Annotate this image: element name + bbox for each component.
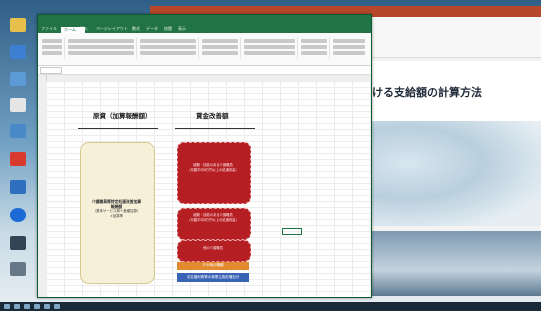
desktop-icon[interactable]	[3, 72, 33, 96]
styles-group[interactable]	[242, 37, 298, 59]
taskbar-app-icon[interactable]	[54, 304, 60, 309]
header-left[interactable]: 原資（加算報酬額）	[93, 110, 152, 120]
alignment-group[interactable]	[138, 37, 199, 59]
app-icon	[10, 72, 26, 86]
taskbar-app-icon[interactable]	[44, 304, 50, 309]
tab-formulas[interactable]: 数式	[132, 26, 140, 32]
wage-box-1-line: （月額平均8万円以上の処遇改善）	[187, 168, 239, 172]
selected-cell[interactable]	[282, 228, 302, 235]
wage-box-3-text: 他の介護職員	[203, 246, 223, 250]
taskbar[interactable]	[0, 302, 541, 311]
desktop-icon[interactable]	[3, 180, 33, 204]
tab-data[interactable]: データ	[146, 26, 158, 32]
desktop-icon[interactable]	[3, 124, 33, 148]
taskbar-app-icon[interactable]	[24, 304, 30, 309]
name-box[interactable]	[40, 67, 62, 74]
ribbon-tabs: ファイル ホーム 挿入 ページレイアウト 数式 データ 校閲 表示	[38, 25, 371, 35]
slide-background-image	[350, 121, 541, 226]
editing-group[interactable]	[331, 37, 367, 59]
funding-line: （基本サービス費＋各種加算）	[92, 209, 141, 213]
font-group[interactable]	[66, 37, 137, 59]
tab-file[interactable]: ファイル	[41, 26, 57, 32]
wage-box-2-text: 経験・技能のある介護職員 （月額平均8万円以上の処遇改善）	[177, 213, 249, 223]
desktop-icon[interactable]	[3, 208, 33, 232]
desktop-icon[interactable]	[3, 262, 33, 286]
cells-group[interactable]	[299, 37, 330, 59]
wage-box-experienced[interactable]	[177, 142, 251, 204]
excel-title-bar	[38, 15, 371, 25]
funding-text: 介護職員等特定処遇改善加算 報酬額 （基本サービス費＋各種加算） ×加算率	[84, 199, 149, 218]
slide-thumbnail-image	[360, 231, 541, 296]
formula-bar[interactable]	[38, 66, 371, 75]
wage-box-other-care[interactable]	[177, 240, 251, 262]
help-icon	[10, 180, 26, 194]
taskbar-app-icon[interactable]	[34, 304, 40, 309]
recycle-bin-icon	[10, 98, 26, 112]
tab-view[interactable]: 表示	[178, 26, 186, 32]
other-jobs-label: その他の職種	[202, 263, 224, 267]
wage-box-1-text: 経験・技能のある介護職員 （月額平均8万円以上の処遇改善）	[177, 163, 249, 173]
desktop-icon[interactable]	[3, 236, 33, 260]
clipboard-group[interactable]	[40, 37, 65, 59]
pdf-icon	[10, 152, 26, 166]
desktop-icon[interactable]	[3, 152, 33, 176]
number-group[interactable]	[200, 37, 241, 59]
desktop-icon[interactable]	[3, 98, 33, 122]
wage-box-2-line: （月額平均8万円以上の処遇改善）	[187, 218, 239, 222]
app-icon	[10, 124, 26, 138]
app-icon	[10, 236, 26, 250]
taskbar-app-icon[interactable]	[14, 304, 20, 309]
divider-line	[78, 128, 158, 129]
folder-icon	[10, 18, 26, 32]
slide-title[interactable]: ける支給額の計算方法	[372, 84, 482, 100]
excel-ribbon[interactable]	[38, 33, 371, 66]
app-icon	[10, 262, 26, 276]
app-icon	[10, 45, 26, 59]
tab-insert[interactable]: 挿入	[80, 26, 88, 32]
employer-burden-label: 法定福利費等の事業主負担増加分	[186, 275, 240, 279]
desktop-icon[interactable]	[3, 18, 33, 42]
desktop-icon[interactable]	[3, 45, 33, 69]
divider-line	[175, 128, 255, 129]
header-right[interactable]: 賃金改善額	[196, 110, 229, 120]
chat-icon	[10, 208, 26, 222]
start-icon[interactable]	[4, 304, 10, 309]
tab-review[interactable]: 校閲	[164, 26, 172, 32]
tab-page-layout[interactable]: ページレイアウト	[96, 26, 128, 32]
funding-line: ×加算率	[109, 213, 123, 218]
